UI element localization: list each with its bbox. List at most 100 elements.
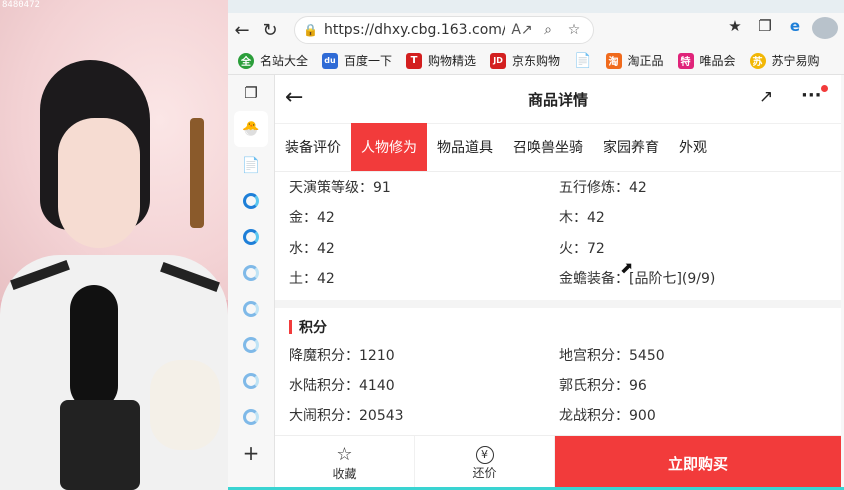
favorite-label: 收藏 (332, 467, 357, 481)
new-tab-icon[interactable]: + (228, 435, 274, 471)
fav-label: 购物精选 (428, 54, 477, 68)
score-row: 降魔积分：1210 地宫积分：5450 (275, 340, 841, 370)
tab-actions-icon[interactable]: ❐ (228, 75, 274, 111)
url-text[interactable]: https://dhxy.cbg.163.com/c... (324, 22, 505, 38)
stat-value: 木：42 (559, 210, 605, 226)
score-value: 龙战积分：900 (559, 408, 656, 424)
section-title: 积分 (289, 316, 327, 338)
stat-value: 金：42 (289, 210, 335, 226)
edge-tab-icon[interactable] (228, 219, 274, 255)
edge-tab-icon[interactable] (228, 327, 274, 363)
read-aloud-icon[interactable]: A↗ (511, 22, 533, 38)
detail-tabs: 装备评价 人物修为 物品道具 召唤兽坐骑 家园养育 外观 (275, 123, 841, 172)
stat-value: 天演策等级：91 (289, 180, 391, 196)
stat-row: 土：42 金蟾装备：[品阶七](9/9) (275, 263, 841, 293)
vip-icon: 特 (677, 52, 694, 69)
back-icon[interactable]: ← (228, 16, 256, 44)
fav-item[interactable]: JD 京东购物 (490, 52, 560, 69)
site-icon: 全 (238, 52, 254, 69)
edge-tab-icon[interactable] (228, 399, 274, 435)
page-title: 商品详情 (527, 90, 588, 109)
tmall-icon: T (406, 52, 423, 69)
fav-label: 苏宁易购 (771, 54, 820, 68)
more-icon[interactable]: ··· (801, 85, 822, 106)
guitar-decor (190, 118, 204, 228)
score-value: 大闹积分：20543 (289, 408, 404, 424)
baidu-icon: du (322, 52, 339, 69)
edge-tab-icon[interactable] (228, 255, 274, 291)
profile-avatar[interactable] (812, 17, 838, 43)
page-header: ← 商品详情 ↗ ··· (275, 75, 841, 124)
score-value: 地宫积分：5450 (559, 348, 665, 364)
stat-value: 水：42 (289, 241, 335, 257)
collections-icon[interactable]: ❐ (752, 17, 778, 43)
suning-icon: 苏 (749, 52, 766, 69)
score-value: 水陆积分：4140 (289, 378, 395, 394)
fav-label: 名站大全 (260, 54, 309, 68)
edge-tab-icon[interactable] (228, 291, 274, 327)
notification-dot (821, 85, 828, 92)
favorites-bar: 全 名站大全 du 百度一下 T 购物精选 JD 京东购物 📄 淘 淘正品 特 … (228, 47, 844, 75)
edge-tab-icon[interactable] (228, 363, 274, 399)
fav-label: 京东购物 (512, 54, 561, 68)
favorites-icon[interactable]: ★ (722, 17, 748, 43)
product-detail-page: ← 商品详情 ↗ ··· 装备评价 人物修为 物品道具 召唤兽坐骑 家园养育 外… (275, 75, 841, 490)
mouse-cursor-icon: ⬈ (620, 258, 634, 277)
jd-icon: JD (490, 52, 507, 69)
tab-items[interactable]: 物品道具 (427, 123, 503, 171)
lock-icon: 🔒 (303, 23, 318, 37)
browser-sidebar: ❐ 🐣 📄 + (228, 75, 275, 490)
tab-appearance[interactable]: 外观 (669, 123, 717, 171)
favorite-button[interactable]: ☆ 收藏 (275, 436, 415, 490)
stat-value: 土：42 (289, 271, 335, 287)
stat-value: 火：72 (559, 241, 605, 257)
tab-equipment[interactable]: 装备评价 (275, 123, 351, 171)
fav-label: 唯品会 (699, 54, 736, 68)
chick-tab-icon[interactable]: 🐣 (234, 111, 268, 147)
bargain-label: 还价 (472, 466, 497, 480)
streamer-video: 8480472 (0, 0, 228, 490)
detail-content: 天演策等级：91 五行修炼：42 金：42 木：42 水：42 火：72 土：4… (275, 172, 841, 432)
address-bar: ← ↻ 🔒 https://dhxy.cbg.163.com/c... A↗ ⌕… (228, 13, 844, 47)
page-tab-icon[interactable]: 📄 (228, 147, 274, 183)
tab-pets[interactable]: 召唤兽坐骑 (503, 123, 593, 171)
microphone-stand (60, 400, 140, 490)
edge-icon[interactable]: e (782, 17, 808, 43)
refresh-icon[interactable]: ↻ (256, 16, 284, 44)
window-top-edge (228, 0, 844, 13)
browser-window: ← ↻ 🔒 https://dhxy.cbg.163.com/c... A↗ ⌕… (228, 13, 844, 490)
buy-now-button[interactable]: 立即购买 (555, 436, 841, 490)
fav-label: 淘正品 (627, 54, 664, 68)
fav-item[interactable]: 苏 苏宁易购 (749, 52, 820, 69)
share-icon[interactable]: ↗ (759, 87, 773, 107)
add-favorite-icon[interactable]: ☆ (563, 22, 585, 38)
stat-row: 金：42 木：42 (275, 202, 841, 232)
tab-character[interactable]: 人物修为 (351, 123, 427, 171)
url-field[interactable]: 🔒 https://dhxy.cbg.163.com/c... A↗ ⌕ ☆ (294, 16, 594, 44)
score-value: 降魔积分：1210 (289, 348, 395, 364)
score-row: 水陆积分：4140 郭氏积分：96 (275, 370, 841, 400)
section-divider (275, 300, 841, 308)
plush-toy (150, 360, 220, 450)
fav-item[interactable]: T 购物精选 (406, 52, 476, 69)
zoom-icon[interactable]: ⌕ (537, 22, 559, 38)
stat-value: 金蟾装备：[品阶七](9/9) (559, 271, 716, 287)
room-id: 8480472 (2, 0, 40, 10)
fav-item[interactable]: 📄 (574, 53, 591, 69)
fav-item[interactable]: 全 名站大全 (238, 52, 308, 69)
score-row: 大闹积分：20543 龙战积分：900 (275, 400, 841, 430)
edge-tab-icon[interactable] (228, 183, 274, 219)
yuan-coin-icon: ¥ (475, 446, 494, 464)
star-icon: ☆ (336, 444, 353, 465)
fav-item[interactable]: 淘 淘正品 (605, 52, 664, 69)
score-value: 郭氏积分：96 (559, 378, 647, 394)
fav-item[interactable]: du 百度一下 (322, 52, 392, 69)
fav-item[interactable]: 特 唯品会 (677, 52, 736, 69)
stat-value: 五行修炼：42 (559, 180, 647, 196)
streamer-face (58, 118, 140, 248)
tab-home[interactable]: 家园养育 (593, 123, 669, 171)
bargain-button[interactable]: ¥ 还价 (415, 436, 555, 490)
stat-row: 水：42 火：72 (275, 233, 841, 263)
stat-row: 天演策等级：91 五行修炼：42 (275, 172, 841, 202)
page-icon: 📄 (574, 52, 592, 69)
